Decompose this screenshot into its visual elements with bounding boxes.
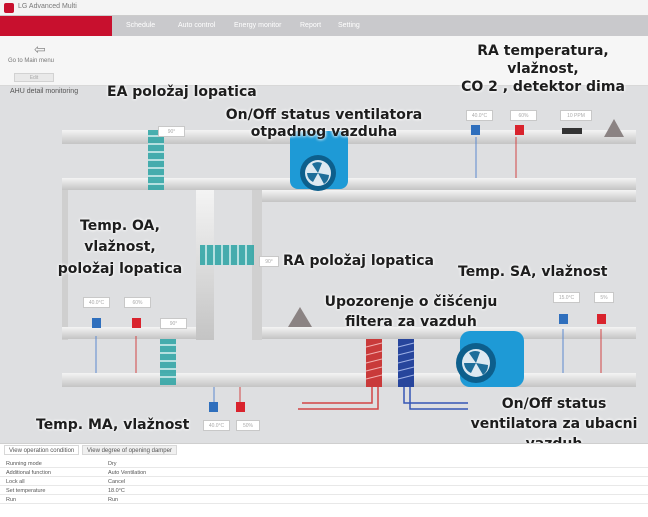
filter-annotation-2: filtera za vazduh xyxy=(345,314,477,330)
ma-hum-sensor-icon xyxy=(236,402,245,412)
nav-energy-monitor[interactable]: Energy monitor xyxy=(234,22,281,29)
sa-hum-sensor-icon xyxy=(597,314,606,324)
chilled-water-pipe xyxy=(403,387,468,410)
ra-co2-readout: 10 PPM xyxy=(560,110,592,121)
oa-annotation-2: vlažnost, xyxy=(84,239,156,255)
edit-button[interactable]: Edit xyxy=(14,73,54,82)
ma-temp-sensor-icon xyxy=(209,402,218,412)
page-title[interactable]: AHU detail monitoring xyxy=(10,88,78,95)
sa-temp-readout: 15.0°C xyxy=(553,292,580,303)
table-row: Additional function Auto Ventilation xyxy=(0,469,648,477)
back-to-main-link[interactable]: Go to Main menu xyxy=(8,58,54,64)
smoke-detector-icon xyxy=(604,119,624,137)
ma-annotation: Temp. MA, vlažnost xyxy=(36,417,190,433)
oa-annotation-3: položaj lopatica xyxy=(57,261,183,277)
ra-annotation-2: vlažnost, xyxy=(507,61,579,77)
oa-damper-icon xyxy=(160,339,176,385)
brand-tab[interactable] xyxy=(0,16,112,36)
table-row: Run Run xyxy=(0,496,648,504)
nav-setting[interactable]: Setting xyxy=(338,22,360,29)
heating-coil-icon xyxy=(365,339,383,387)
operation-panel: View operation condition View degree of … xyxy=(0,443,648,517)
nav-schedule[interactable]: Schedule xyxy=(126,22,155,29)
main-nav: Schedule Auto control Energy monitor Rep… xyxy=(0,16,648,36)
ra-damper-readout: 90° xyxy=(259,256,279,267)
app-title: LG Advanced Multi xyxy=(18,3,77,10)
ra-annotation-3: CO 2 , detektor dima xyxy=(461,79,625,95)
nav-auto-control[interactable]: Auto control xyxy=(178,22,215,29)
table-row: Set temperature 18.0°C xyxy=(0,487,648,495)
supply-fan-annotation-2: ventilatora za ubacni xyxy=(470,416,638,432)
title-bar: LG Advanced Multi xyxy=(0,0,648,16)
table-row: Running mode Dry xyxy=(0,460,648,468)
ra-damper-annotation: RA položaj lopatica xyxy=(283,253,434,269)
oa-damper-readout: 90° xyxy=(160,318,187,329)
ea-damper-readout: 90° xyxy=(158,126,185,137)
filter-icon xyxy=(288,307,312,327)
sa-hum-readout: 5% xyxy=(594,292,614,303)
exhaust-fan-annotation-2: otpadnog vazduha xyxy=(250,124,398,140)
cooling-coil-icon xyxy=(397,339,415,387)
hot-water-pipe xyxy=(298,387,379,410)
supply-fan-icon xyxy=(456,331,524,387)
tab-operation-condition[interactable]: View operation condition xyxy=(4,445,80,455)
table-row: Lock all Cancel xyxy=(0,478,648,486)
ra-temp-sensor-icon xyxy=(471,125,480,135)
tab-damper-opening[interactable]: View degree of opening damper xyxy=(82,445,177,455)
inner-frame-top xyxy=(252,190,636,202)
ra-temp-readout: 40.0°C xyxy=(466,110,493,121)
oa-annotation-1: Temp. OA, xyxy=(80,218,160,234)
ea-damper-icon xyxy=(148,130,164,190)
oa-temp-readout: 40.0°C xyxy=(83,297,110,308)
app-logo-icon xyxy=(4,3,14,13)
ma-temp-readout: 40.0°C xyxy=(203,420,230,431)
ea-damper-annotation: EA položaj lopatica xyxy=(107,84,257,100)
sa-temp-sensor-icon xyxy=(559,314,568,324)
ra-annotation-1: RA temperatura, xyxy=(477,43,609,59)
ma-hum-readout: 50% xyxy=(236,420,260,431)
co2-sensor-icon xyxy=(562,128,582,134)
ra-hum-readout: 60% xyxy=(510,110,537,121)
lower-duct-bottom xyxy=(62,373,636,387)
oa-hum-sensor-icon xyxy=(132,318,141,328)
exhaust-fan-annotation-1: On/Off status ventilatora xyxy=(225,107,423,123)
ra-hum-sensor-icon xyxy=(515,125,524,135)
filter-annotation-1: Upozorenje o čišćenju xyxy=(324,294,498,310)
oa-hum-readout: 60% xyxy=(124,297,151,308)
oa-temp-sensor-icon xyxy=(92,318,101,328)
back-arrow-icon[interactable]: ⇦ xyxy=(34,42,46,56)
supply-fan-annotation-1: On/Off status xyxy=(501,396,607,412)
sa-annotation: Temp. SA, vlažnost xyxy=(458,264,608,280)
nav-report[interactable]: Report xyxy=(300,22,321,29)
